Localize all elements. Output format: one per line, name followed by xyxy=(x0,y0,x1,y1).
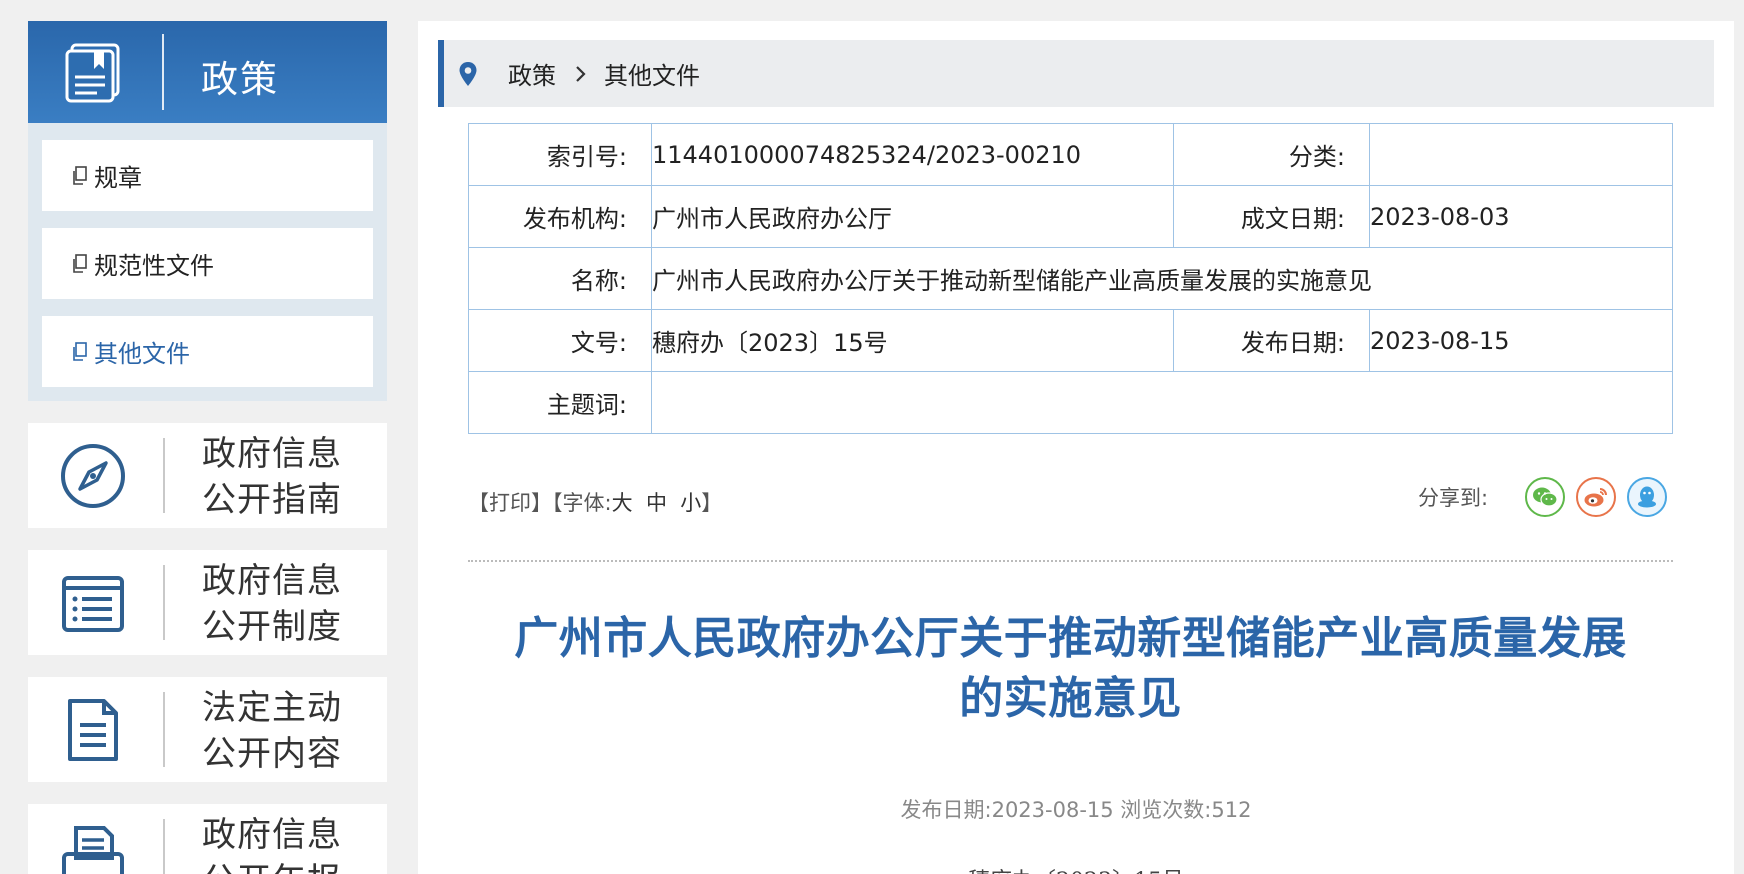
share-wechat-button[interactable] xyxy=(1525,477,1566,517)
article-tools: 【打印】【字体:大 中 小】 xyxy=(468,487,722,517)
nav-label: 政府信息 公开指南 xyxy=(202,431,342,523)
share-qq-button[interactable] xyxy=(1627,477,1668,517)
copy-document-icon xyxy=(73,253,87,273)
policy-header[interactable]: 政策 xyxy=(28,21,387,123)
nav-annual-report[interactable]: 政府信息 公开年报 xyxy=(28,804,387,874)
wechat-icon xyxy=(1533,487,1558,507)
document-icon xyxy=(68,699,118,761)
nav-disclosure-guide[interactable]: 政府信息 公开指南 xyxy=(28,423,387,528)
issuer-value: 广州市人民政府办公厅 xyxy=(651,185,1174,248)
nav-label: 法定主动 公开内容 xyxy=(202,685,342,777)
document-meta-table: 索引号: 114401000074825324/2023-00210 分类: 发… xyxy=(468,123,1673,434)
policy-menu: 政策 规章 规范性文件 其他文件 xyxy=(28,21,387,401)
compass-icon xyxy=(61,444,125,508)
policy-item-other-docs[interactable]: 其他文件 xyxy=(42,316,373,387)
font-small-button[interactable]: 小 xyxy=(680,491,701,515)
table-row: 名称: 广州市人民政府办公厅关于推动新型储能产业高质量发展的实施意见 xyxy=(468,247,1673,310)
chevron-right-icon xyxy=(576,65,586,82)
nav-label-line1: 政府信息 xyxy=(202,815,342,855)
share-bar: 分享到: xyxy=(1418,477,1668,517)
nav-label-line2: 公开指南 xyxy=(202,480,342,520)
category-label: 分类: xyxy=(1173,123,1370,186)
table-row: 发布机构: 广州市人民政府办公厅 成文日期: 2023-08-03 xyxy=(468,185,1673,248)
name-value: 广州市人民政府办公厅关于推动新型储能产业高质量发展的实施意见 xyxy=(651,247,1673,310)
publish-date-value: 2023-08-15 xyxy=(1369,309,1673,372)
breadcrumb-other-docs[interactable]: 其他文件 xyxy=(604,56,700,91)
keywords-label: 主题词: xyxy=(468,371,652,434)
location-pin-icon xyxy=(459,61,477,86)
article-title: 广州市人民政府办公厅关于推动新型储能产业高质量发展 的实施意见 xyxy=(458,609,1683,729)
nav-disclosure-system[interactable]: 政府信息 公开制度 xyxy=(28,550,387,655)
issuer-label: 发布机构: xyxy=(468,185,652,248)
nav-label: 政府信息 公开制度 xyxy=(202,558,342,650)
book-icon xyxy=(65,43,120,103)
nav-label-line1: 政府信息 xyxy=(202,434,342,474)
policy-item-label: 规范性文件 xyxy=(94,252,214,280)
index-label: 索引号: xyxy=(468,123,652,186)
nav-label-line1: 政府信息 xyxy=(202,561,342,601)
list-document-icon xyxy=(62,576,124,632)
article-doc-number: 穗府办〔2023〕15号 xyxy=(418,863,1734,874)
font-large-button[interactable]: 大 xyxy=(612,491,633,515)
article-info: 发布日期:2023-08-15 浏览次数:512 xyxy=(900,798,1252,822)
policy-item-label: 其他文件 xyxy=(94,340,190,368)
table-row: 文号: 穗府办〔2023〕15号 发布日期: 2023-08-15 xyxy=(468,309,1673,372)
nav-label-line2: 公开制度 xyxy=(202,607,342,647)
sidebar: 政策 规章 规范性文件 其他文件 政府信息 公开指南 政府信息 公开制度 法定主… xyxy=(28,21,387,874)
nav-label: 政府信息 公开年报 xyxy=(202,812,342,874)
table-row: 索引号: 114401000074825324/2023-00210 分类: xyxy=(468,123,1673,186)
font-size-suffix: 】 xyxy=(701,491,723,515)
nav-label-line2: 公开内容 xyxy=(202,734,342,774)
font-size-prefix: 【字体: xyxy=(552,491,612,515)
index-value: 114401000074825324/2023-00210 xyxy=(651,123,1174,186)
written-date-value: 2023-08-03 xyxy=(1369,185,1673,248)
print-button[interactable]: 【打印】 xyxy=(468,491,552,515)
weibo-icon xyxy=(1584,488,1608,507)
policy-item-normative-docs[interactable]: 规范性文件 xyxy=(42,228,373,299)
policy-item-rules[interactable]: 规章 xyxy=(42,140,373,211)
nav-divider xyxy=(163,692,165,767)
nav-divider xyxy=(163,565,165,640)
article-title-line1: 广州市人民政府办公厅关于推动新型储能产业高质量发展 xyxy=(514,613,1627,664)
nav-label-line1: 法定主动 xyxy=(202,688,342,728)
category-value xyxy=(1369,123,1673,186)
copy-document-icon xyxy=(73,165,87,185)
content-divider xyxy=(468,560,1673,562)
share-weibo-button[interactable] xyxy=(1576,477,1617,517)
nav-divider xyxy=(163,819,165,874)
breadcrumb: 政策 其他文件 xyxy=(438,40,1714,107)
printer-icon xyxy=(62,826,124,874)
keywords-value xyxy=(651,371,1673,434)
doc-number-label: 文号: xyxy=(468,309,652,372)
table-row: 主题词: xyxy=(468,371,1673,434)
font-medium-button[interactable]: 中 xyxy=(646,491,667,515)
article-title-line2: 的实施意见 xyxy=(959,673,1182,724)
written-date-label: 成文日期: xyxy=(1173,185,1370,248)
main-content: 政策 其他文件 索引号: 114401000074825324/2023-002… xyxy=(418,21,1734,874)
qq-icon xyxy=(1638,486,1657,508)
name-label: 名称: xyxy=(468,247,652,310)
copy-document-icon xyxy=(73,341,87,361)
share-label: 分享到: xyxy=(1418,486,1489,510)
policy-header-title: 政策 xyxy=(201,58,279,101)
nav-statutory-content[interactable]: 法定主动 公开内容 xyxy=(28,677,387,782)
doc-number-value: 穗府办〔2023〕15号 xyxy=(651,309,1174,372)
publish-date-label: 发布日期: xyxy=(1173,309,1370,372)
policy-item-label: 规章 xyxy=(94,164,142,192)
nav-label-line2: 公开年报 xyxy=(202,858,342,874)
header-divider xyxy=(162,34,164,110)
breadcrumb-policy[interactable]: 政策 xyxy=(508,56,556,91)
nav-divider xyxy=(163,438,165,513)
